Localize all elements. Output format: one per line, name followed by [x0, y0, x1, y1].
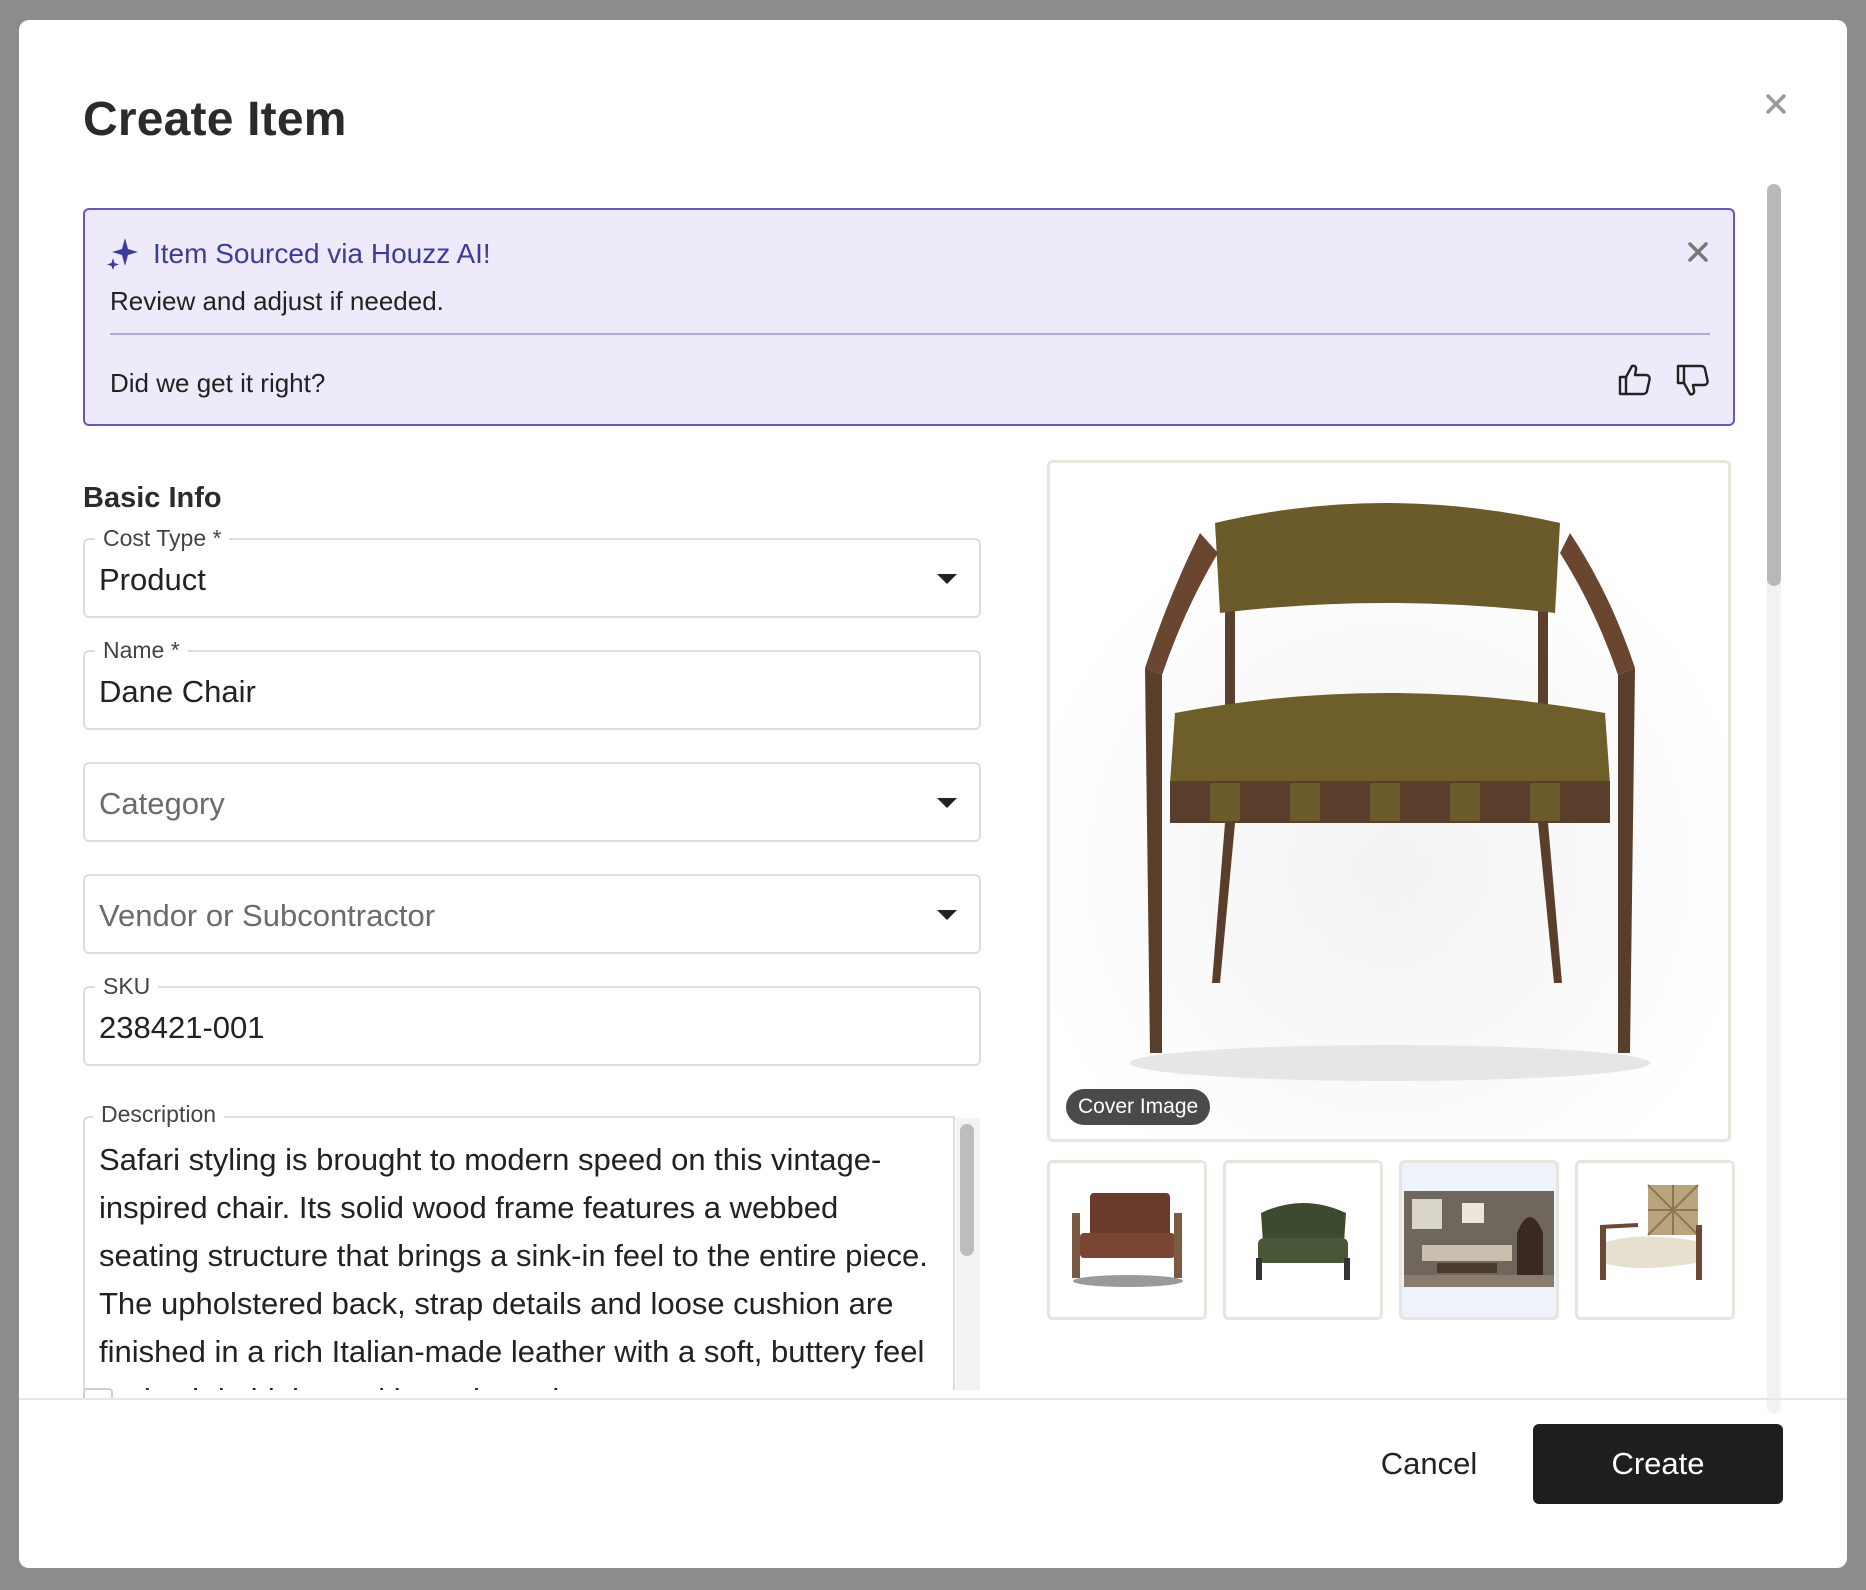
description-checkbox[interactable]	[83, 1388, 113, 1398]
thumbnail-3[interactable]	[1399, 1160, 1559, 1320]
thumbnail-2[interactable]	[1223, 1160, 1383, 1320]
thumbnail-4[interactable]	[1575, 1160, 1735, 1320]
close-icon	[1766, 94, 1786, 114]
vendor-placeholder: Vendor or Subcontractor	[99, 898, 436, 933]
description-textarea[interactable]: Safari styling is brought to modern spee…	[83, 1116, 955, 1390]
sku-value: 238421-001	[99, 1010, 265, 1045]
cover-image[interactable]: Cover Image	[1047, 460, 1731, 1142]
sparkle-icon	[107, 238, 138, 270]
brown-armchair-thumbnail	[1050, 1163, 1204, 1317]
name-field[interactable]: Name * Dane Chair	[83, 636, 981, 730]
ai-banner-subtitle: Review and adjust if needed.	[110, 286, 444, 316]
green-armchair-thumbnail	[1226, 1163, 1380, 1317]
name-label: Name *	[95, 636, 188, 664]
chevron-down-icon	[937, 574, 957, 584]
ai-sourced-banner: Item Sourced via Houzz AI! Review and ad…	[83, 208, 1735, 426]
armchair-image	[1050, 463, 1728, 1139]
basic-info-heading: Basic Info	[83, 482, 222, 514]
cost-type-value: Product	[99, 562, 206, 597]
modal-close-button[interactable]	[1754, 82, 1798, 126]
cane-armchair-thumbnail	[1578, 1163, 1732, 1317]
cost-type-label: Cost Type *	[95, 524, 230, 552]
thumbnail-1[interactable]	[1047, 1160, 1207, 1320]
close-icon	[1688, 242, 1708, 262]
ai-banner-close-button[interactable]	[1680, 234, 1716, 270]
create-item-modal: Create Item Item Sourced via Houzz AI! R…	[19, 20, 1847, 1568]
thumbs-up-icon[interactable]	[1617, 362, 1653, 398]
footer-divider	[19, 1398, 1847, 1400]
cancel-button[interactable]: Cancel	[1349, 1424, 1509, 1504]
ai-feedback-question: Did we get it right?	[110, 368, 326, 398]
sku-field[interactable]: SKU 238421-001	[83, 972, 981, 1066]
description-value: Safari styling is brought to modern spee…	[99, 1142, 928, 1390]
thumbs-down-icon[interactable]	[1675, 362, 1711, 398]
cost-type-select[interactable]: Cost Type * Product	[83, 524, 981, 618]
chevron-down-icon	[937, 798, 957, 808]
ai-banner-divider	[110, 333, 1710, 335]
category-placeholder: Category	[99, 786, 225, 821]
create-button[interactable]: Create	[1533, 1424, 1783, 1504]
category-select[interactable]: Category	[83, 762, 981, 842]
modal-scrollbar-thumb[interactable]	[1767, 184, 1781, 586]
sku-label: SKU	[95, 972, 159, 1000]
ai-banner-title: Item Sourced via Houzz AI!	[153, 238, 491, 269]
cover-image-badge: Cover Image	[1066, 1089, 1211, 1125]
living-room-thumbnail	[1402, 1163, 1556, 1317]
chevron-down-icon	[937, 910, 957, 920]
name-value: Dane Chair	[99, 674, 256, 709]
vendor-select[interactable]: Vendor or Subcontractor	[83, 874, 981, 954]
description-scrollbar-thumb[interactable]	[960, 1124, 974, 1256]
modal-title: Create Item	[83, 93, 347, 146]
description-label: Description	[93, 1100, 225, 1128]
